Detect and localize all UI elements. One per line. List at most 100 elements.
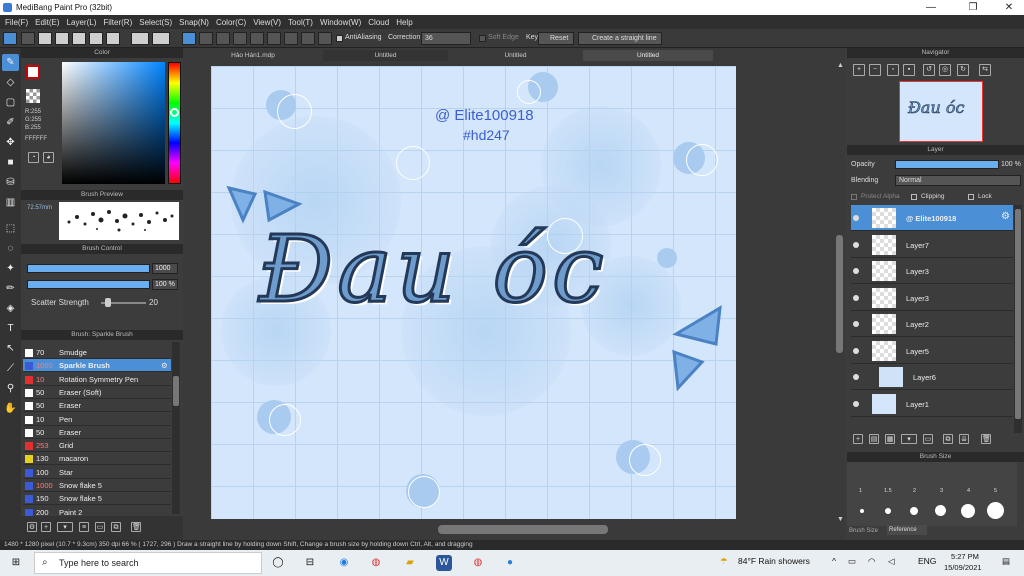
delete-layer-icon[interactable]: 🗑 [981,434,991,444]
brush-size-swatch[interactable] [935,505,946,516]
weather-text[interactable]: 84°F Rain showers [738,556,810,566]
menu-file[interactable]: File(F) [5,18,28,27]
layer-row[interactable]: Layer5 [851,338,1013,364]
layer-visibility-icon[interactable] [853,321,859,327]
menu-edit[interactable]: Edit(E) [35,18,59,27]
layer-row[interactable]: Layer1 [851,391,1013,417]
snap-cross-icon[interactable] [216,32,230,45]
new-8bit-layer-icon[interactable]: ▦ [885,434,895,444]
brush-list-item[interactable]: 50 Eraser (Soft) [23,386,171,399]
layer-row[interactable]: Layer3 [851,258,1013,284]
wifi-icon[interactable]: ◠ [868,556,875,567]
widgets-icon[interactable]: ⊟ [302,555,318,571]
fill-rect-icon[interactable]: ■ [2,154,19,171]
layer-row[interactable]: Layer3 [851,285,1013,311]
lock-checkbox[interactable] [968,194,974,200]
clock-time[interactable]: 5:27 PM [951,552,979,561]
opacity-slider[interactable] [895,160,999,169]
chrome-profile-icon[interactable]: ◍ [470,555,486,571]
page-icon[interactable] [106,32,120,45]
reset-button[interactable]: Reset [538,32,574,45]
tray-overflow-icon[interactable]: ^ [832,556,836,566]
doc-tab-1[interactable]: Hảo Hán1.mdp [183,50,323,61]
drawing-canvas[interactable]: @ Elite100918 #hd247 Đau óc [211,66,736,519]
brush-size-swatch[interactable] [860,509,864,513]
antialiasing-checkbox[interactable] [336,35,343,42]
layer-visibility-icon[interactable] [853,215,859,221]
select-tool-icon[interactable]: ⬚ [2,220,19,237]
brush-folder-icon[interactable]: ▭ [95,522,105,532]
menu-view[interactable]: View(V) [253,18,281,27]
bucket-tool-icon[interactable]: ⛁ [2,174,19,191]
menu-window[interactable]: Window(W) [320,18,361,27]
text-tool-icon[interactable]: T [2,320,19,337]
edge-icon[interactable]: ◉ [336,555,352,571]
layer-row[interactable]: Layer7 [851,232,1013,258]
word-icon[interactable]: W [436,555,452,571]
snap-settings-icon[interactable] [301,32,315,45]
brush-opacity-slider[interactable] [27,280,150,289]
color-picker-icon[interactable]: ◕ [43,152,54,163]
foreground-color-swatch[interactable] [26,65,40,79]
correction-select[interactable]: 36 [421,32,471,45]
brush-list-scrollbar[interactable] [172,342,180,514]
layer-visibility-icon[interactable] [853,374,859,380]
gear-icon[interactable]: ⚙ [1001,211,1010,222]
brush-size-swatch[interactable] [885,508,891,514]
brush-settings-icon[interactable]: ⚙ [27,522,37,532]
zoom-in-icon[interactable]: + [853,64,865,76]
fit-icon[interactable]: ▫ [887,64,899,76]
new-brush-icon[interactable]: + [41,522,51,532]
brush-list-item[interactable]: 10 Pen [23,413,171,426]
navigator-preview[interactable]: Đau óc [899,81,983,142]
cloud-icon[interactable] [3,32,17,45]
close-button[interactable]: ✕ [994,0,1024,15]
vertical-scrollbar[interactable] [836,235,843,353]
doc-tab-2[interactable]: Untitled [323,50,448,61]
comment-icon[interactable] [55,32,69,45]
gear-icon[interactable]: ⚙ [161,359,168,372]
magic-wand-icon[interactable]: ✦ [2,260,19,277]
add-layer-menu-icon[interactable]: ▾ [901,434,917,444]
menu-cloud[interactable]: Cloud [368,18,389,27]
scroll-up-icon[interactable]: ▲ [837,62,844,69]
layer-row[interactable]: @ Elite100918 ⚙ [851,205,1013,231]
windows-start-icon[interactable]: ⊞ [8,555,24,571]
horizontal-scrollbar[interactable] [438,525,608,534]
brush-size-slider[interactable] [27,264,150,273]
language-indicator[interactable]: ENG [918,556,936,566]
eraser-tool-icon[interactable]: ◇ [2,74,19,91]
pen-tool-icon[interactable]: ✐ [2,114,19,131]
hue-slider[interactable] [168,62,181,184]
brush-tool-icon[interactable]: ✎ [2,54,19,71]
duplicate-brush-icon[interactable]: ⧉ [111,522,121,532]
brush-list-item[interactable]: 1000 Snow flake 5 [23,479,171,492]
panel-icon[interactable] [72,32,86,45]
saturation-value-picker[interactable] [62,62,165,184]
brush-list-item[interactable]: 1000 Sparkle Brush ⚙ [23,359,171,373]
transparent-swatch[interactable] [26,89,40,103]
soft-edge-checkbox[interactable] [479,35,486,42]
clipping-checkbox[interactable] [911,194,917,200]
weather-icon[interactable]: ☂ [720,556,728,567]
doc-tab-3[interactable]: Untitled [448,50,583,61]
create-straight-line-button[interactable]: Create a straight line [578,32,662,45]
hex-value[interactable]: FFFFFF [25,136,47,142]
gear-icon[interactable] [318,32,332,45]
menu-snap[interactable]: Snap(N) [179,18,209,27]
brush-list-item[interactable]: 50 Eraser [23,426,171,439]
layer-row[interactable]: Layer2 [851,311,1013,337]
snap-circle-icon[interactable] [267,32,281,45]
lasso-tool-icon[interactable]: ◌ [2,240,19,257]
medibang-icon[interactable]: ● [502,555,518,571]
move-tool-icon[interactable]: ✥ [2,134,19,151]
zoom-out-icon[interactable]: − [869,64,881,76]
new-halftone-layer-icon[interactable]: ▤ [869,434,879,444]
menu-layer[interactable]: Layer(L) [67,18,97,27]
undo-icon[interactable] [131,32,149,45]
zoom-fit-icon[interactable]: ▪ [903,64,915,76]
gradient-tool-icon[interactable]: ▥ [2,194,19,211]
snap-radial-icon[interactable] [250,32,264,45]
menu-color[interactable]: Color(C) [216,18,246,27]
brush-list-item[interactable]: 150 Snow flake 5 [23,492,171,506]
